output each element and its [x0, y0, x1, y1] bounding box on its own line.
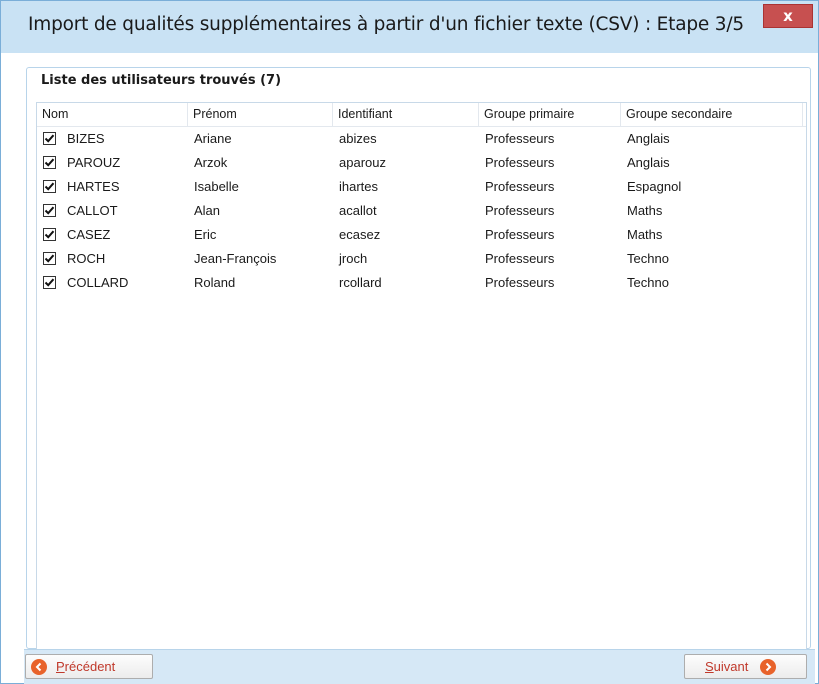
cell-groupe-primaire: Professeurs [485, 227, 555, 242]
arrow-left-icon [31, 658, 47, 675]
cell-prenom: Ariane [194, 131, 232, 146]
cell-identifiant: ihartes [339, 179, 379, 194]
row-checkbox[interactable] [43, 156, 56, 169]
cell-groupe-secondaire: Anglais [627, 131, 670, 146]
group-legend: Liste des utilisateurs trouvés (7) [38, 73, 285, 88]
row-checkbox[interactable] [43, 276, 56, 289]
cell-groupe-primaire: Professeurs [485, 251, 555, 266]
cell-identifiant: abizes [339, 131, 377, 146]
column-header-prenom[interactable]: Prénom [188, 103, 333, 126]
cell-groupe-primaire: Professeurs [485, 131, 555, 146]
cell-groupe-primaire: Professeurs [485, 155, 555, 170]
button-bar: Précédent Suivant [24, 649, 815, 684]
close-icon: x [783, 6, 793, 25]
cell-groupe-secondaire: Techno [627, 275, 669, 290]
cell-groupe-primaire: Professeurs [485, 275, 555, 290]
cell-nom: COLLARD [67, 275, 129, 290]
import-wizard-window: Import de qualités supplémentaires à par… [0, 0, 819, 684]
row-checkbox[interactable] [43, 252, 56, 265]
checkmark-icon [44, 206, 55, 215]
cell-prenom: Jean-François [194, 251, 277, 266]
checkmark-icon [44, 158, 55, 167]
cell-identifiant: rcollard [339, 275, 382, 290]
table-row[interactable]: ROCH Jean-François jroch Professeurs Techno [37, 247, 806, 271]
previous-button[interactable]: Précédent [25, 654, 153, 679]
window-title: Import de qualités supplémentaires à par… [28, 14, 744, 35]
checkmark-icon [44, 278, 55, 287]
users-group-box: Liste des utilisateurs trouvés (7) Nom P… [26, 67, 811, 654]
column-header-groupe-secondaire[interactable]: Groupe secondaire [621, 103, 803, 126]
cell-prenom: Roland [194, 275, 236, 290]
cell-nom: CALLOT [67, 203, 118, 218]
cell-groupe-primaire: Professeurs [485, 203, 555, 218]
wizard-body: Liste des utilisateurs trouvés (7) Nom P… [24, 54, 815, 684]
cell-nom: CASEZ [67, 227, 111, 242]
cell-groupe-secondaire: Maths [627, 227, 663, 242]
next-button[interactable]: Suivant [684, 654, 807, 679]
table-row[interactable]: CALLOT Alan acallot Professeurs Maths [37, 199, 806, 223]
row-checkbox[interactable] [43, 228, 56, 241]
cell-nom: HARTES [67, 179, 120, 194]
cell-identifiant: aparouz [339, 155, 386, 170]
column-header-groupe-primaire[interactable]: Groupe primaire [479, 103, 621, 126]
column-header-identifiant[interactable]: Identifiant [333, 103, 479, 126]
row-checkbox[interactable] [43, 180, 56, 193]
arrow-right-icon [760, 658, 777, 675]
row-checkbox[interactable] [43, 204, 56, 217]
cell-groupe-primaire: Professeurs [485, 179, 555, 194]
cell-prenom: Alan [194, 203, 221, 218]
previous-label: Précédent [56, 659, 116, 674]
checkmark-icon [44, 254, 55, 263]
cell-prenom: Arzok [194, 155, 228, 170]
cell-nom: PAROUZ [67, 155, 121, 170]
cell-identifiant: acallot [339, 203, 377, 218]
cell-groupe-secondaire: Anglais [627, 155, 670, 170]
table-row[interactable]: BIZES Ariane abizes Professeurs Anglais [37, 127, 806, 151]
title-bar[interactable]: Import de qualités supplémentaires à par… [1, 1, 818, 53]
list-header: Nom Prénom Identifiant Groupe primaire G… [37, 103, 806, 127]
next-label: Suivant [705, 659, 749, 674]
cell-nom: ROCH [67, 251, 106, 266]
cell-identifiant: jroch [339, 251, 368, 266]
cell-prenom: Eric [194, 227, 217, 242]
column-header-nom[interactable]: Nom [37, 103, 188, 126]
cell-identifiant: ecasez [339, 227, 381, 242]
table-row[interactable]: CASEZ Eric ecasez Professeurs Maths [37, 223, 806, 247]
checkmark-icon [44, 134, 55, 143]
cell-groupe-secondaire: Maths [627, 203, 663, 218]
table-row[interactable]: COLLARD Roland rcollard Professeurs Techno [37, 271, 806, 295]
checkmark-icon [44, 230, 55, 239]
row-checkbox[interactable] [43, 132, 56, 145]
cell-nom: BIZES [67, 131, 105, 146]
checkmark-icon [44, 182, 55, 191]
table-row[interactable]: PAROUZ Arzok aparouz Professeurs Anglais [37, 151, 806, 175]
users-list[interactable]: Nom Prénom Identifiant Groupe primaire G… [36, 102, 807, 654]
cell-prenom: Isabelle [194, 179, 239, 194]
close-button[interactable]: x [763, 4, 813, 28]
cell-groupe-secondaire: Techno [627, 251, 669, 266]
table-row[interactable]: HARTES Isabelle ihartes Professeurs Espagnol [37, 175, 806, 199]
cell-groupe-secondaire: Espagnol [627, 179, 682, 194]
